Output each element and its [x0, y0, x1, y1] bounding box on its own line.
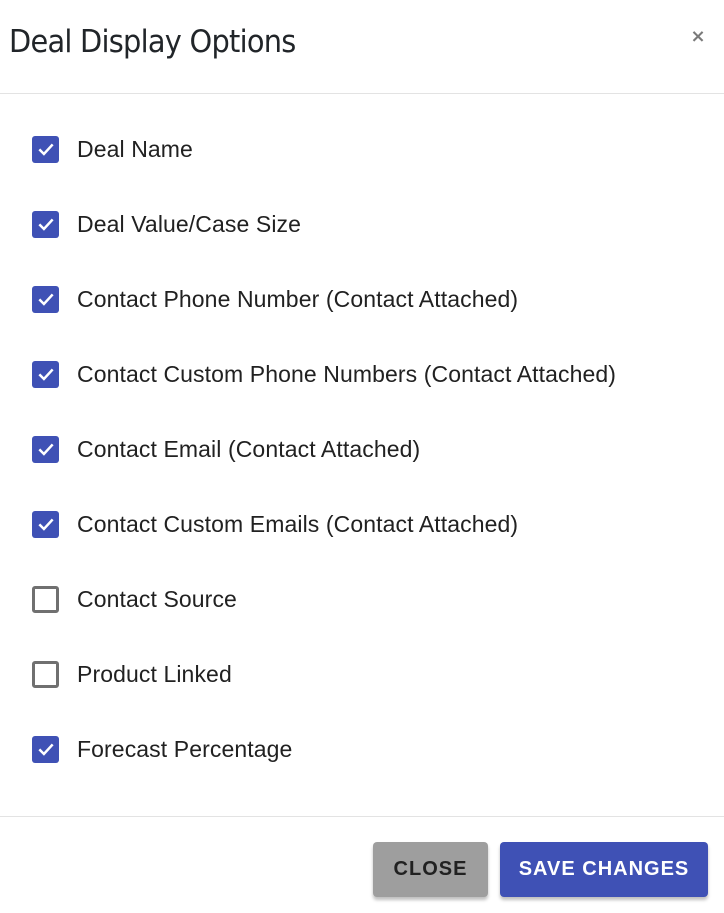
option-label: Contact Email (Contact Attached)	[77, 435, 421, 462]
option-label: Contact Phone Number (Contact Attached)	[77, 285, 519, 312]
checkmark-icon	[37, 443, 54, 456]
option-product-linked[interactable]: Product Linked	[32, 659, 232, 689]
option-forecast-percentage[interactable]: Forecast Percentage	[32, 734, 292, 764]
option-contact-email[interactable]: Contact Email (Contact Attached)	[32, 434, 420, 464]
save-changes-button[interactable]: SAVE CHANGES	[500, 842, 708, 897]
checkbox[interactable]	[32, 510, 59, 538]
close-button[interactable]: CLOSE	[373, 842, 488, 897]
checkmark-icon	[37, 293, 54, 306]
option-label: Contact Source	[77, 585, 237, 612]
option-contact-phone[interactable]: Contact Phone Number (Contact Attached)	[32, 284, 518, 314]
checkbox[interactable]	[32, 435, 59, 463]
checkmark-icon	[37, 143, 54, 156]
checkbox[interactable]	[32, 735, 59, 763]
checkmark-icon	[37, 518, 54, 531]
checkbox[interactable]	[32, 135, 59, 163]
dialog-footer: CLOSE SAVE CHANGES	[0, 816, 724, 913]
option-label: Forecast Percentage	[77, 735, 293, 762]
dialog-header: Deal Display Options ×	[0, 0, 724, 94]
close-icon[interactable]: ×	[688, 27, 708, 47]
option-label: Product Linked	[77, 660, 232, 687]
checkmark-icon	[37, 743, 54, 756]
option-label: Deal Name	[77, 135, 193, 162]
checkbox[interactable]	[32, 285, 59, 313]
option-label: Contact Custom Phone Numbers (Contact At…	[77, 360, 617, 387]
checkbox[interactable]	[32, 585, 59, 613]
dialog-title: Deal Display Options	[9, 24, 296, 60]
option-contact-custom-phones[interactable]: Contact Custom Phone Numbers (Contact At…	[32, 359, 616, 389]
checkbox[interactable]	[32, 360, 59, 388]
option-label: Contact Custom Emails (Contact Attached)	[77, 510, 519, 537]
option-label: Deal Value/Case Size	[77, 210, 302, 237]
option-contact-custom-emails[interactable]: Contact Custom Emails (Contact Attached)	[32, 509, 518, 539]
checkbox[interactable]	[32, 210, 59, 238]
checkmark-icon	[37, 218, 54, 231]
option-deal-name[interactable]: Deal Name	[32, 134, 193, 164]
option-contact-source[interactable]: Contact Source	[32, 584, 237, 614]
checkmark-icon	[37, 368, 54, 381]
checkbox[interactable]	[32, 660, 59, 688]
option-deal-value[interactable]: Deal Value/Case Size	[32, 209, 301, 239]
